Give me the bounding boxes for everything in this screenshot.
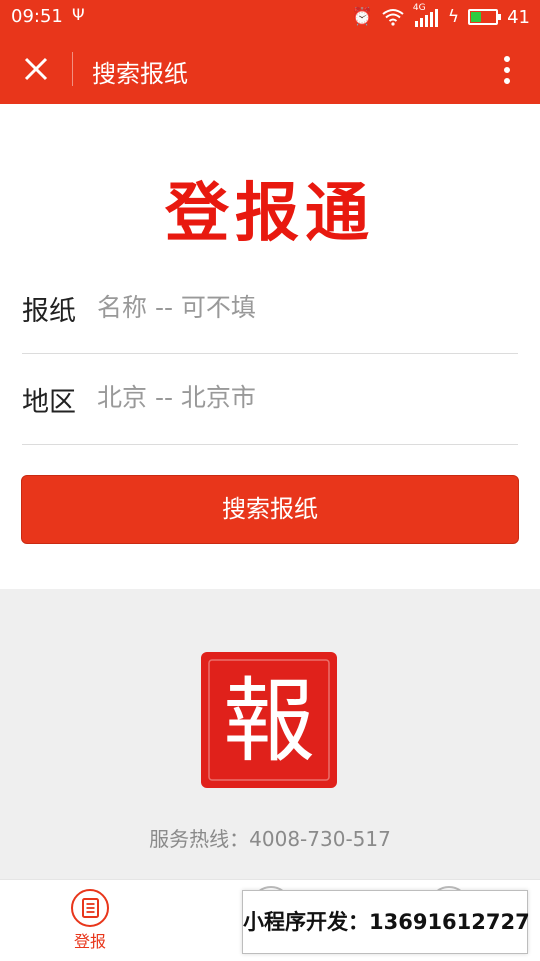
- newspaper-seal-logo: 報: [201, 652, 337, 788]
- signal-icon: 4G: [413, 3, 439, 27]
- search-newspaper-button[interactable]: 搜索报纸: [21, 475, 519, 544]
- tab-home[interactable]: 登报: [60, 888, 120, 952]
- region-picker[interactable]: 北京 -- 北京市: [97, 378, 256, 414]
- promo-banner: 小程序开发：13691612727: [242, 890, 530, 954]
- nav-bar: 搜索报纸: [0, 34, 540, 104]
- newspaper-field-row: 报纸: [22, 263, 518, 353]
- battery-level: 41: [507, 6, 530, 28]
- charging-icon: ϟ: [447, 7, 460, 27]
- battery-icon: [468, 9, 502, 25]
- wifi-icon: [382, 9, 404, 26]
- divider: [22, 444, 518, 445]
- more-vertical-icon[interactable]: [494, 52, 520, 88]
- battery-fill: [471, 12, 481, 22]
- close-icon[interactable]: [18, 51, 54, 87]
- region-field-row[interactable]: 地区 北京 -- 北京市: [22, 354, 518, 444]
- status-bar: 09:51 Ψ ⏰ 4G ϟ 41: [0, 0, 540, 34]
- status-time: 09:51: [11, 6, 63, 27]
- status-icons: ⏰ 4G ϟ 41: [351, 3, 530, 29]
- seal-character: 報: [223, 668, 315, 775]
- brand-logo-text: 登报通: [165, 177, 375, 251]
- nav-divider: [72, 52, 73, 86]
- service-hotline: 服务热线：4008-730-517: [149, 827, 391, 851]
- tab-home-label: 登报: [73, 932, 106, 951]
- usb-icon: Ψ: [72, 5, 85, 24]
- newspaper-tab-icon: [71, 889, 109, 927]
- page-title: 搜索报纸: [92, 60, 188, 88]
- footer-area: 報 服务热线：4008-730-517: [0, 589, 540, 879]
- alarm-icon: ⏰: [351, 7, 373, 27]
- newspaper-input[interactable]: [97, 287, 497, 327]
- region-label: 地区: [22, 387, 76, 418]
- newspaper-label: 报纸: [22, 296, 76, 327]
